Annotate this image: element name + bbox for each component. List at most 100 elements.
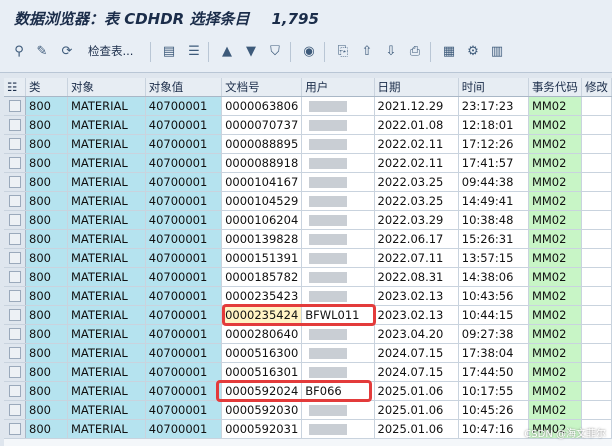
cell-time[interactable]: 10:17:55 — [458, 381, 529, 401]
cell-time[interactable]: 13:57:15 — [458, 248, 529, 268]
table-row[interactable]: 800 MATERIAL 40700001 0000516301 2024.07.15 1… — [4, 362, 612, 382]
list-icon[interactable]: ☰ — [185, 42, 203, 60]
cell-mandt[interactable]: 800 — [25, 305, 68, 325]
row-select-box[interactable] — [8, 290, 21, 302]
cell-user[interactable] — [301, 286, 375, 306]
row-select-box[interactable] — [8, 423, 21, 435]
cell-changenr[interactable]: 0000592031 — [221, 419, 303, 439]
cell-user[interactable] — [301, 191, 375, 211]
cell-tcode[interactable]: MM02 — [528, 362, 582, 382]
cell-date[interactable]: 2022.01.08 — [374, 115, 459, 135]
cell-object[interactable]: MATERIAL — [67, 381, 146, 401]
cell-date[interactable]: 2023.02.13 — [374, 286, 459, 306]
row-selector[interactable] — [4, 153, 27, 173]
cell-tcode[interactable]: MM02 — [528, 115, 582, 135]
cell-time[interactable]: 14:38:06 — [458, 267, 529, 287]
table-row[interactable]: 800 MATERIAL 40700001 0000516300 2024.07.15 1… — [4, 343, 612, 363]
cell-object[interactable]: MATERIAL — [67, 134, 146, 154]
cell-user[interactable] — [301, 419, 375, 439]
cell-objectid[interactable]: 40700001 — [145, 400, 223, 420]
cell-objectid[interactable]: 40700001 — [145, 305, 223, 325]
cell-mandt[interactable]: 800 — [25, 96, 68, 116]
cell-time[interactable]: 23:17:23 — [458, 96, 529, 116]
row-select-box[interactable] — [8, 100, 21, 112]
cell-user[interactable] — [301, 362, 375, 382]
select-all-header[interactable]: ☷ — [4, 78, 27, 97]
cell-tcode[interactable]: MM02 — [528, 305, 582, 325]
row-select-box[interactable] — [8, 119, 21, 131]
cell-changenr[interactable]: 0000088895 — [221, 134, 303, 154]
cell-object[interactable]: MATERIAL — [67, 210, 146, 230]
cell-object[interactable]: MATERIAL — [67, 96, 146, 116]
cell-change[interactable] — [581, 210, 612, 230]
row-select-box[interactable] — [8, 195, 21, 207]
cell-tcode[interactable]: MM02 — [528, 172, 582, 192]
cell-change[interactable] — [581, 343, 612, 363]
cell-tcode[interactable]: MM02 — [528, 381, 582, 401]
export-icon[interactable]: ⎘ — [334, 42, 352, 60]
column-header-change[interactable]: 修改 — [581, 78, 612, 97]
column-header-tcode[interactable]: 事务代码 — [528, 78, 582, 97]
table-row[interactable]: 800 MATERIAL 40700001 0000151391 2022.07.11 1… — [4, 248, 612, 268]
cell-tcode[interactable]: MM02 — [528, 248, 582, 268]
cell-mandt[interactable]: 800 — [25, 267, 68, 287]
cell-object[interactable]: MATERIAL — [67, 191, 146, 211]
cell-user[interactable] — [301, 229, 375, 249]
cell-user[interactable] — [301, 210, 375, 230]
column-header-user[interactable]: 用户 — [301, 78, 375, 97]
row-selector[interactable] — [4, 267, 27, 287]
cell-date[interactable]: 2022.06.17 — [374, 229, 459, 249]
row-select-box[interactable] — [8, 404, 21, 416]
cell-object[interactable]: MATERIAL — [67, 115, 146, 135]
cell-object[interactable]: MATERIAL — [67, 324, 146, 344]
table-row[interactable]: 800 MATERIAL 40700001 0000185782 2022.08.31 1… — [4, 267, 612, 287]
cell-user[interactable] — [301, 96, 375, 116]
cell-changenr[interactable]: 0000592030 — [221, 400, 303, 420]
details-icon[interactable]: ◉ — [300, 42, 318, 60]
cell-time[interactable]: 14:49:41 — [458, 191, 529, 211]
cell-objectid[interactable]: 40700001 — [145, 115, 223, 135]
check-table-button[interactable]: 检查表... — [88, 43, 133, 59]
row-selector[interactable] — [4, 286, 27, 306]
cell-change[interactable] — [581, 286, 612, 306]
cell-objectid[interactable]: 40700001 — [145, 210, 223, 230]
sort-desc-icon[interactable]: ▼ — [242, 42, 260, 60]
cell-date[interactable]: 2022.03.25 — [374, 191, 459, 211]
cell-objectid[interactable]: 40700001 — [145, 343, 223, 363]
row-selector[interactable] — [4, 324, 27, 344]
cell-mandt[interactable]: 800 — [25, 153, 68, 173]
cell-mandt[interactable]: 800 — [25, 134, 68, 154]
cell-change[interactable] — [581, 229, 612, 249]
cell-date[interactable]: 2025.01.06 — [374, 400, 459, 420]
row-select-box[interactable] — [8, 328, 21, 340]
cell-date[interactable]: 2023.02.13 — [374, 305, 459, 325]
cell-change[interactable] — [581, 362, 612, 382]
cell-mandt[interactable]: 800 — [25, 172, 68, 192]
row-selector[interactable] — [4, 210, 27, 230]
cell-time[interactable]: 17:44:50 — [458, 362, 529, 382]
cell-object[interactable]: MATERIAL — [67, 248, 146, 268]
cell-objectid[interactable]: 40700001 — [145, 191, 223, 211]
cell-object[interactable]: MATERIAL — [67, 400, 146, 420]
column-header-mandt[interactable]: 类 — [25, 78, 68, 97]
cell-mandt[interactable]: 800 — [25, 400, 68, 420]
print-icon[interactable]: ⎙ — [406, 42, 424, 60]
cell-mandt[interactable]: 800 — [25, 229, 68, 249]
row-selector[interactable] — [4, 134, 27, 154]
cell-time[interactable]: 09:44:38 — [458, 172, 529, 192]
row-select-box[interactable] — [8, 138, 21, 150]
row-selector[interactable] — [4, 400, 27, 420]
cell-tcode[interactable]: MM02 — [528, 210, 582, 230]
cell-user[interactable] — [301, 172, 375, 192]
cell-change[interactable] — [581, 267, 612, 287]
cell-user[interactable] — [301, 324, 375, 344]
cell-mandt[interactable]: 800 — [25, 115, 68, 135]
cell-objectid[interactable]: 40700001 — [145, 134, 223, 154]
cell-date[interactable]: 2022.02.11 — [374, 153, 459, 173]
cell-date[interactable]: 2025.01.06 — [374, 381, 459, 401]
cell-objectid[interactable]: 40700001 — [145, 324, 223, 344]
cell-change[interactable] — [581, 134, 612, 154]
cell-time[interactable]: 10:44:15 — [458, 305, 529, 325]
cell-change[interactable] — [581, 400, 612, 420]
cell-date[interactable]: 2022.07.11 — [374, 248, 459, 268]
